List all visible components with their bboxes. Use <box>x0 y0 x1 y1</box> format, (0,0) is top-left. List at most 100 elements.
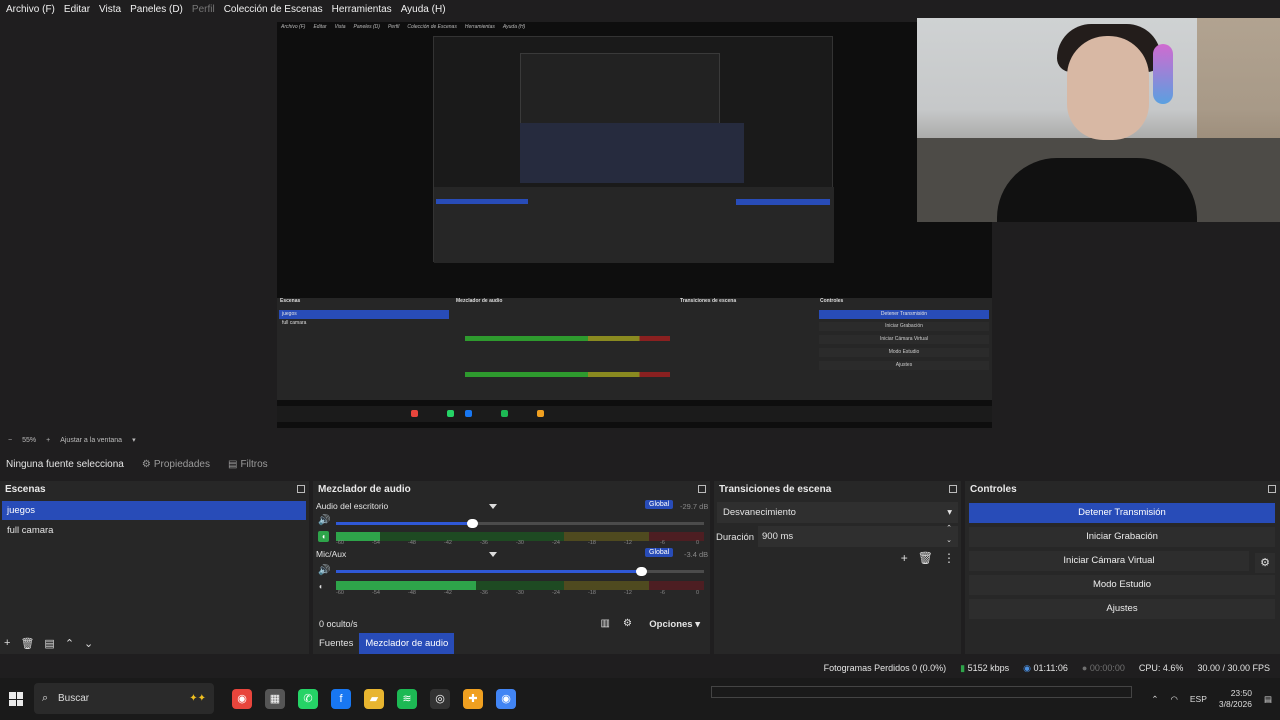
chrome-icon[interactable]: ◉ <box>232 689 252 709</box>
menu-editar[interactable]: Editar <box>64 4 95 15</box>
meter-tick-label: -60 <box>336 540 344 546</box>
studio-mode-button[interactable]: Modo Estudio <box>969 575 1275 595</box>
gear-icon[interactable]: ⚙ <box>1255 553 1275 573</box>
properties-button[interactable]: ⚙ Propiedades <box>142 459 210 470</box>
headphones-icon[interactable]: ◖ <box>318 531 329 542</box>
cpu-usage: CPU: 4.6% <box>1138 663 1184 673</box>
cpu-icon[interactable]: ▦ <box>265 689 285 709</box>
menu-perfil[interactable]: Perfil <box>192 4 220 15</box>
tab-mezclador[interactable]: Mezclador de audio <box>359 633 455 654</box>
mini-whatsapp-icon <box>447 410 454 417</box>
filter-icon[interactable]: ▤ <box>44 637 54 650</box>
facebook-icon[interactable]: f <box>331 689 351 709</box>
move-down-icon[interactable]: ⌄ <box>84 637 93 650</box>
meter-tick-label: -6 <box>660 590 665 596</box>
meter-tick-label: -18 <box>588 590 596 596</box>
undock-icon[interactable] <box>1268 485 1276 493</box>
menu-paneles[interactable]: Paneles (D) <box>130 4 188 15</box>
volume-icon[interactable]: 🔊 <box>318 515 330 526</box>
wifi-icon[interactable]: ◠ <box>1170 694 1177 705</box>
volume-icon[interactable]: 🔊 <box>318 565 330 576</box>
advanced-audio-icon[interactable]: ⚙ <box>623 618 632 629</box>
headphones-off-icon[interactable]: ◖ <box>318 582 323 591</box>
meter-tick-label: -54 <box>372 540 380 546</box>
zoom-in-button[interactable]: + <box>46 437 50 444</box>
add-icon[interactable]: + <box>4 637 10 650</box>
volume-slider-mic[interactable] <box>336 567 704 576</box>
move-up-icon[interactable]: ⌃ <box>65 637 74 650</box>
track-db-mic: -3.4 dB <box>684 550 709 559</box>
bitrate-value: 5152 kbps <box>967 662 1010 673</box>
scene-item-full-camara[interactable]: full camara <box>2 521 306 540</box>
nested-obs-menubar: Archivo (F) Editar Vista Paneles (D) Perfil C… <box>281 24 526 30</box>
search-label: Buscar <box>58 693 90 704</box>
preview-area[interactable]: Archivo (F) Editar Vista Paneles (D) Perfil C… <box>0 18 1280 434</box>
transitions-title: Transiciones de escena <box>719 484 832 495</box>
fit-window-select[interactable]: Ajustar a la ventana <box>60 437 122 444</box>
menu-coleccion-escenas[interactable]: Colección de Escenas <box>224 4 328 15</box>
mixer-title: Mezclador de audio <box>318 484 411 495</box>
undock-icon[interactable] <box>949 485 957 493</box>
language-indicator[interactable]: ESP <box>1190 694 1207 704</box>
track-name-mic: Mic/Aux <box>316 549 347 559</box>
volume-knob[interactable] <box>467 519 479 528</box>
nested-preview <box>433 36 834 263</box>
more-icon[interactable]: ⋮ <box>943 551 955 565</box>
chrome-alt-icon[interactable]: ◉ <box>496 689 516 709</box>
chevron-up-icon[interactable]: ⌃ <box>1151 694 1158 705</box>
options-button[interactable]: Opciones ▾ <box>649 619 700 630</box>
no-source-label: Ninguna fuente selecciona <box>6 458 124 470</box>
notification-icon[interactable]: ▤ <box>1264 694 1272 705</box>
chevron-down-icon[interactable] <box>489 504 497 509</box>
headphones-icon <box>1153 44 1173 104</box>
duration-value: 900 ms <box>762 531 794 542</box>
trash-icon[interactable]: 🗑 <box>918 551 933 565</box>
windows-start-icon[interactable] <box>9 692 23 706</box>
taskbar-clock[interactable]: 23:50 3/8/2026 <box>1219 688 1252 710</box>
add-icon[interactable]: + <box>901 551 908 565</box>
start-recording-button[interactable]: Iniciar Grabación <box>969 527 1275 547</box>
sparkle-icon: ✦✦ <box>189 693 206 704</box>
whatsapp-icon[interactable]: ✆ <box>298 689 318 709</box>
mini-btn-studio: Modo Estudio <box>819 348 989 357</box>
scene-item-juegos[interactable]: juegos <box>2 501 306 520</box>
layout-toggle-icon[interactable]: ▥ <box>601 618 610 629</box>
preview-canvas[interactable]: Archivo (F) Editar Vista Paneles (D) Perfil C… <box>277 22 992 428</box>
menu-herramientas[interactable]: Herramientas <box>332 4 397 15</box>
chevron-down-icon[interactable] <box>489 552 497 557</box>
mini-facebook-icon <box>465 410 472 417</box>
tab-fuentes[interactable]: Fuentes <box>313 633 359 654</box>
folder-icon[interactable]: ▰ <box>364 689 384 709</box>
transition-select[interactable]: Desvanecimiento ▾ <box>717 502 958 523</box>
pinned-app-icon[interactable]: ✚ <box>463 689 483 709</box>
volume-knob[interactable] <box>636 567 648 576</box>
meter-tick-label: -12 <box>624 540 632 546</box>
duration-input[interactable]: 900 ms ⌃ ⌄ <box>758 523 958 547</box>
gear-icon: ⚙ <box>141 458 151 470</box>
meter-tick-label: -48 <box>408 590 416 596</box>
chevron-down-icon[interactable]: ▾ <box>132 436 136 444</box>
spotify-icon[interactable]: ≋ <box>397 689 417 709</box>
mini-scenes-title: Escenas <box>280 298 301 304</box>
dock-tabs: Fuentes Mezclador de audio <box>313 633 455 654</box>
volume-slider-desktop[interactable] <box>336 519 704 528</box>
stepper-icon[interactable]: ⌃ ⌄ <box>946 523 952 547</box>
zoom-out-button[interactable]: − <box>8 437 12 444</box>
menu-archivo[interactable]: Archivo (F) <box>6 4 60 15</box>
menu-ayuda[interactable]: Ayuda (H) <box>401 4 451 15</box>
undock-icon[interactable] <box>698 485 706 493</box>
taskbar-search[interactable]: ⌕ Buscar ✦✦ <box>34 683 214 714</box>
settings-button[interactable]: Ajustes <box>969 599 1275 619</box>
trash-icon[interactable]: 🗑 <box>20 637 34 650</box>
meter-tick-label: -24 <box>552 540 560 546</box>
start-virtual-camera-button[interactable]: Iniciar Cámara Virtual <box>969 551 1249 571</box>
obs-icon[interactable]: ◎ <box>430 689 450 709</box>
stop-streaming-button[interactable]: Detener Transmisión <box>969 503 1275 523</box>
filters-button[interactable]: ▤ Filtros <box>228 459 268 470</box>
system-tray: ⌃ ◠ ESP 23:50 3/8/2026 ▤ <box>1151 678 1272 720</box>
global-badge[interactable]: Global <box>645 548 674 557</box>
global-badge[interactable]: Global <box>645 500 674 509</box>
level-fill <box>336 581 476 590</box>
menu-vista[interactable]: Vista <box>99 4 126 15</box>
undock-icon[interactable] <box>297 485 305 493</box>
